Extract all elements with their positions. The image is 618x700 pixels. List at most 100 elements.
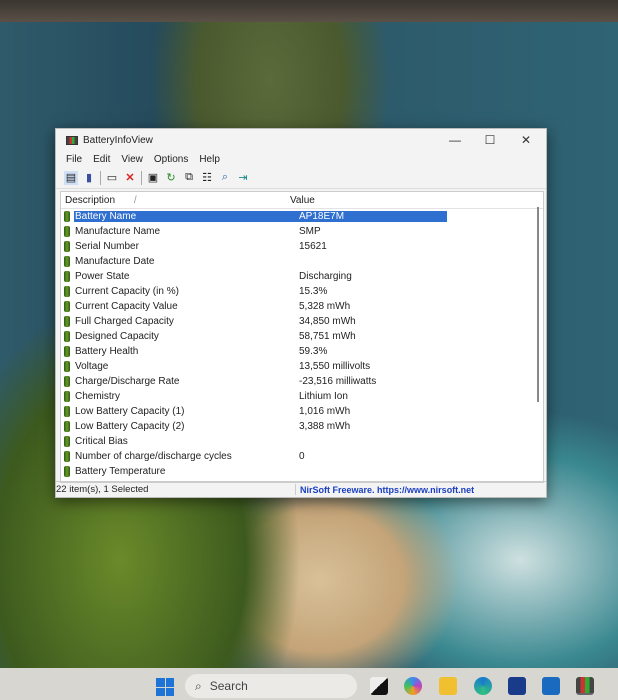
- menu-bar: File Edit View Options Help: [56, 151, 546, 167]
- list-row[interactable]: Manufacture Date: [61, 254, 543, 269]
- toolbar-separator: [141, 170, 142, 185]
- row-description: Number of charge/discharge cycles: [75, 451, 232, 462]
- search-placeholder: Search: [209, 679, 248, 693]
- row-value: 15.3%: [299, 286, 328, 297]
- delete-icon[interactable]: ✕: [123, 171, 137, 185]
- start-button[interactable]: [156, 678, 174, 696]
- battery-icon: [64, 271, 70, 282]
- batteryinfoview-taskbar-icon[interactable]: [576, 677, 594, 695]
- list-row[interactable]: Voltage 13,550 millivolts: [61, 359, 543, 374]
- list-row[interactable]: Power State Discharging: [61, 269, 543, 284]
- battery-icon: [64, 226, 70, 237]
- status-bar: 22 item(s), 1 Selected NirSoft Freeware.…: [56, 481, 546, 497]
- row-description: Battery Name: [74, 211, 295, 222]
- row-description: Manufacture Date: [75, 256, 155, 267]
- edge-icon[interactable]: [474, 677, 492, 695]
- list-row[interactable]: Low Battery Capacity (1) 1,016 mWh: [61, 404, 543, 419]
- battery-icon: [64, 331, 70, 342]
- file-explorer-icon[interactable]: [439, 677, 457, 695]
- list-row[interactable]: Critical Bias: [61, 434, 543, 449]
- list-row[interactable]: Low Battery Capacity (2) 3,388 mWh: [61, 419, 543, 434]
- exit-icon[interactable]: ⇥: [236, 171, 250, 185]
- minimize-button[interactable]: —: [440, 133, 470, 147]
- refresh-icon[interactable]: ↻: [164, 171, 178, 185]
- row-description: Battery Temperature: [75, 466, 166, 477]
- window-title: BatteryInfoView: [83, 134, 153, 146]
- menu-file[interactable]: File: [66, 154, 82, 165]
- list-row[interactable]: Designed Capacity 58,751 mWh: [61, 329, 543, 344]
- row-description: Charge/Discharge Rate: [75, 376, 180, 387]
- battery-info-list: Description / Value Battery Name AP18E7M M…: [60, 191, 544, 483]
- nirsoft-link[interactable]: NirSoft Freeware. https://www.nirsoft.ne…: [296, 485, 474, 495]
- battery-icon: [64, 301, 70, 312]
- battery-icon: [64, 346, 70, 357]
- row-value: 1,016 mWh: [299, 406, 351, 417]
- row-description: Manufacture Name: [75, 226, 161, 237]
- copilot-icon[interactable]: [404, 677, 422, 695]
- row-value: AP18E7M: [295, 211, 447, 222]
- row-value: 13,550 millivolts: [299, 361, 371, 372]
- maximize-button[interactable]: ☐: [475, 133, 505, 147]
- row-description: Power State: [75, 271, 130, 282]
- copy-icon[interactable]: ⧉: [182, 171, 196, 185]
- menu-view[interactable]: View: [121, 154, 143, 165]
- column-value[interactable]: Value: [286, 195, 315, 206]
- window-icon[interactable]: ▭: [105, 171, 119, 185]
- list-row[interactable]: Battery Name AP18E7M: [61, 209, 543, 224]
- find-icon[interactable]: ⌕: [218, 171, 232, 185]
- row-value: 0: [299, 451, 305, 462]
- menu-edit[interactable]: Edit: [93, 154, 110, 165]
- row-value: Discharging: [299, 271, 352, 282]
- list-header: Description / Value: [61, 192, 543, 209]
- menu-options[interactable]: Options: [154, 154, 188, 165]
- row-description: Designed Capacity: [75, 331, 159, 342]
- properties-icon[interactable]: ☷: [200, 171, 214, 185]
- title-bar: BatteryInfoView: [56, 129, 546, 151]
- taskbar-search[interactable]: ⌕ Search: [185, 674, 357, 698]
- row-description: Chemistry: [75, 391, 121, 402]
- close-button[interactable]: ✕: [511, 133, 541, 147]
- list-row[interactable]: Manufacture Name SMP: [61, 224, 543, 239]
- row-value: 59.3%: [299, 346, 328, 357]
- battery-icon: [64, 256, 70, 267]
- column-label: Description: [65, 194, 116, 206]
- row-value: 15621: [299, 241, 327, 252]
- battery-icon: [64, 391, 70, 402]
- menu-help[interactable]: Help: [199, 154, 220, 165]
- save-icon[interactable]: ▣: [146, 171, 160, 185]
- list-row[interactable]: Current Capacity (in %) 15.3%: [61, 284, 543, 299]
- screen-bezel: [0, 0, 618, 22]
- battery-icon: [64, 211, 70, 222]
- batteryinfoview-window: BatteryInfoView — ☐ ✕ File Edit View Opt…: [55, 128, 547, 498]
- battery-icon: [64, 466, 70, 477]
- task-view-icon[interactable]: [370, 677, 388, 695]
- battery-icon: [64, 286, 70, 297]
- search-icon: ⌕: [195, 678, 202, 693]
- clipboard-icon[interactable]: ▮: [82, 171, 96, 185]
- battery-icon: [64, 376, 70, 387]
- row-value: 5,328 mWh: [299, 301, 351, 312]
- list-row[interactable]: Current Capacity Value 5,328 mWh: [61, 299, 543, 314]
- row-description: Low Battery Capacity (1): [75, 406, 185, 417]
- properties-view-icon[interactable]: ▤: [64, 170, 78, 185]
- row-value: 3,388 mWh: [299, 421, 351, 432]
- list-row[interactable]: Charge/Discharge Rate -23,516 milliwatts: [61, 374, 543, 389]
- list-row[interactable]: Full Charged Capacity 34,850 mWh: [61, 314, 543, 329]
- row-description: Critical Bias: [75, 436, 128, 447]
- toolbar: ▤ ▮ ▭ ✕ ▣ ↻ ⧉ ☷ ⌕ ⇥: [56, 167, 546, 189]
- list-row[interactable]: Chemistry Lithium Ion: [61, 389, 543, 404]
- battery-icon: [64, 316, 70, 327]
- battery-icon: [64, 421, 70, 432]
- list-row[interactable]: Serial Number 15621: [61, 239, 543, 254]
- store-icon[interactable]: [508, 677, 526, 695]
- scrollbar[interactable]: [537, 207, 539, 402]
- battery-icon: [64, 436, 70, 447]
- battery-icon: [64, 451, 70, 462]
- row-description: Current Capacity (in %): [75, 286, 179, 297]
- list-row[interactable]: Battery Health 59.3%: [61, 344, 543, 359]
- list-row[interactable]: Number of charge/discharge cycles 0: [61, 449, 543, 464]
- column-description[interactable]: Description /: [61, 195, 286, 206]
- outlook-icon[interactable]: [542, 677, 560, 695]
- row-description: Battery Health: [75, 346, 139, 357]
- list-row[interactable]: Battery Temperature: [61, 464, 543, 479]
